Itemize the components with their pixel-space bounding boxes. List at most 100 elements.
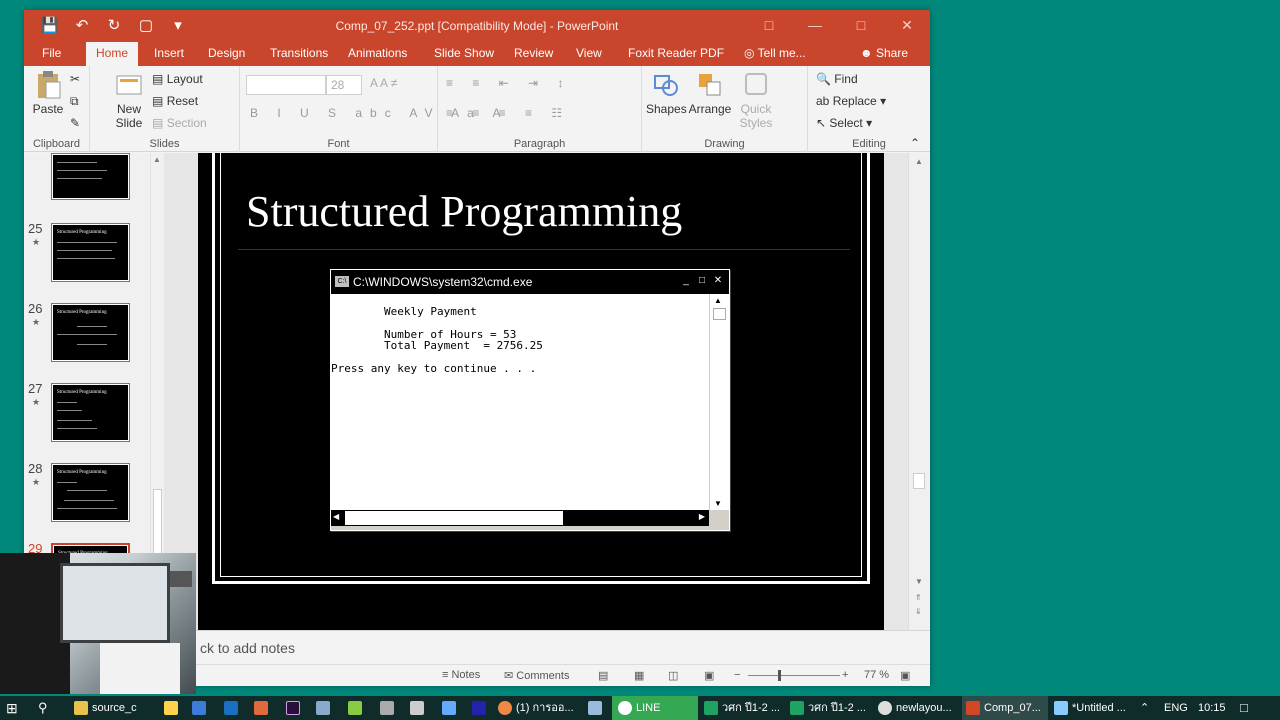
cmd-scroll-down-icon: ▼ [714, 499, 722, 508]
cmd-horizontal-scrollbar: ◀ ▶ [331, 510, 709, 526]
slide-thumbnail-24[interactable] [51, 153, 130, 200]
webcam-overlay [0, 553, 196, 694]
zoom-slider[interactable] [748, 675, 840, 676]
close-icon[interactable]: ✕ [884, 10, 930, 42]
replace-button[interactable]: ab Replace ▾ [816, 94, 886, 108]
zoom-in-icon[interactable]: + [842, 669, 848, 681]
comments-button[interactable]: ✉ Comments [504, 669, 569, 682]
store-icon[interactable] [164, 696, 182, 720]
slide-thumbnail-26[interactable]: Structured Programming [51, 303, 130, 362]
tab-view[interactable]: View [566, 42, 612, 66]
zoom-level[interactable]: 77 % [864, 669, 889, 681]
tab-slide-show[interactable]: Slide Show [424, 42, 504, 66]
copy-icon[interactable]: ⧉ [70, 94, 79, 109]
cmd-maximize-icon: □ [698, 275, 706, 286]
scrollbar-thumb[interactable] [913, 473, 925, 489]
ribbon-tabs: File Home Insert Design Transitions Anim… [24, 42, 930, 66]
slide-sorter-icon[interactable]: ▦ [634, 669, 644, 682]
font-size-field[interactable]: 28 [326, 75, 362, 95]
outlook-icon-shape [224, 701, 238, 716]
calculator-icon[interactable] [380, 696, 398, 720]
taskbar-item-notepad[interactable]: *Untitled ... [1054, 696, 1134, 720]
notifications-icon[interactable]: □ [1240, 696, 1248, 720]
previous-slide-icon[interactable]: ⇑ [915, 593, 922, 602]
shapes-button[interactable]: Shapes [646, 70, 687, 116]
clock-time[interactable]: 10:15 [1198, 696, 1226, 720]
layout-button[interactable]: ▤ Layout [152, 72, 203, 86]
slide-scrollbar[interactable]: ▲ ▼ ⇑ ⇓ [908, 153, 930, 630]
taskbar-item-line[interactable]: LINE [612, 696, 698, 720]
collapse-ribbon-icon[interactable]: ⌃ [910, 136, 920, 150]
reset-button[interactable]: ▤ Reset [152, 94, 198, 108]
normal-view-icon[interactable]: ▤ [598, 669, 608, 682]
app-icon[interactable] [316, 696, 334, 720]
app-icon[interactable] [442, 696, 460, 720]
tab-file[interactable]: File [32, 42, 71, 66]
taskbar-item-label: source_c [92, 702, 137, 714]
notes-button[interactable]: ≡ Notes [442, 669, 480, 681]
app-icon[interactable] [348, 696, 366, 720]
maximize-icon[interactable]: □ [838, 10, 884, 42]
ribbon-display-icon[interactable]: □ [746, 10, 792, 42]
format-painter-icon[interactable]: ✎ [70, 116, 80, 130]
scroll-down-icon[interactable]: ▼ [915, 577, 923, 586]
cut-icon[interactable]: ✂ [70, 72, 80, 86]
reset-label: Reset [166, 94, 199, 108]
taskbar-item-newlayout[interactable]: newlayou... [878, 696, 958, 720]
store-icon-shape [164, 701, 178, 716]
layout-label: Layout [166, 72, 203, 86]
new-slide-button[interactable]: New Slide [108, 70, 150, 130]
tab-insert[interactable]: Insert [144, 42, 194, 66]
slide-thumbnail-25[interactable]: Structured Programming [51, 223, 130, 282]
app-icon[interactable] [410, 696, 428, 720]
select-button[interactable]: ↖ Select ▾ [816, 116, 872, 130]
align-format-icons[interactable]: ≡ ≡ ≡ ≡ ☷ [446, 106, 570, 120]
slide-thumbnail-28[interactable]: Structured Programming [51, 463, 130, 522]
section-button[interactable]: ▤ Section [152, 116, 207, 130]
tab-tell-me[interactable]: ◎ Tell me... [734, 42, 816, 66]
fit-slide-icon[interactable]: ▣ [900, 669, 910, 682]
taskbar-item-chrome[interactable]: (1) การออ... [498, 696, 578, 720]
premiere-icon[interactable] [286, 696, 304, 720]
input-language[interactable]: ENG [1164, 696, 1188, 720]
zoom-out-icon[interactable]: − [734, 669, 740, 681]
paste-button[interactable]: Paste [30, 70, 66, 116]
windows-start-icon[interactable]: ⊞ [6, 696, 18, 720]
slide-show-icon[interactable]: ▣ [704, 669, 714, 682]
search-icon[interactable]: ⚲ [38, 696, 48, 720]
taskbar-item-sheet-1[interactable]: วศก ปี1-2 ... [704, 696, 784, 720]
share-button[interactable]: ☻ Share [860, 46, 908, 60]
slide-title[interactable]: Structured Programming [246, 186, 682, 237]
app-icon[interactable] [472, 696, 490, 720]
font-name-field[interactable] [246, 75, 326, 95]
minimize-icon[interactable]: — [792, 10, 838, 42]
taskbar-item-sheet-2[interactable]: วศก ปี1-2 ... [790, 696, 870, 720]
next-slide-icon[interactable]: ⇓ [915, 607, 922, 616]
list-format-icons[interactable]: ≡ ≡ ⇤ ⇥ ↕ [446, 76, 571, 90]
tab-animations[interactable]: Animations [338, 42, 417, 66]
slide-thumbnail-27[interactable]: Structured Programming [51, 383, 130, 442]
zoom-slider-thumb[interactable] [778, 670, 781, 681]
mail-icon[interactable] [192, 696, 210, 720]
tab-transitions[interactable]: Transitions [260, 42, 338, 66]
show-hidden-icons-icon[interactable]: ⌃ [1140, 696, 1149, 720]
find-button[interactable]: 🔍 Find [816, 72, 858, 86]
arrange-button[interactable]: Arrange [688, 70, 732, 116]
app-icon[interactable] [588, 696, 606, 720]
taskbar-item-powerpoint[interactable]: Comp_07... [962, 696, 1048, 720]
outlook-icon[interactable] [224, 696, 242, 720]
tab-review[interactable]: Review [504, 42, 563, 66]
scroll-up-icon[interactable]: ▲ [153, 155, 161, 164]
thumb-line [57, 258, 115, 259]
scroll-up-icon[interactable]: ▲ [915, 157, 923, 166]
font-grow-shrink-icon[interactable]: A A ≠ [370, 76, 397, 90]
quick-styles-button[interactable]: Quick Styles [736, 70, 776, 130]
cmd-minimize-icon: _ [683, 275, 689, 286]
tab-design[interactable]: Design [198, 42, 255, 66]
tab-home[interactable]: Home [86, 42, 139, 66]
reading-view-icon[interactable]: ◫ [668, 669, 678, 682]
cmd-window-screenshot[interactable]: C:\ C:\WINDOWS\system32\cmd.exe _ □ ✕ We… [330, 269, 730, 531]
tab-foxit-reader-pdf[interactable]: Foxit Reader PDF [618, 42, 734, 66]
app-icon[interactable] [254, 696, 272, 720]
taskbar-item-source-c[interactable]: source_c [70, 696, 160, 720]
